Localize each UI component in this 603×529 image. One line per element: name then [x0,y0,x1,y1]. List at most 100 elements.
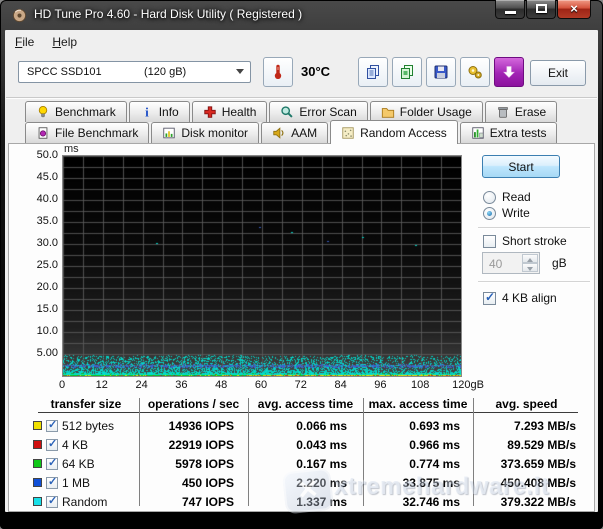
tab-label: Extra tests [490,126,547,140]
close-button[interactable]: × [557,0,591,19]
start-label: Start [508,160,533,174]
x-tick: 72 [295,379,307,391]
tab-random-access[interactable]: Random Access [330,120,458,144]
app-window: HD Tune Pro 4.60 - Hard Disk Utility ( R… [0,0,603,529]
tab-label: Error Scan [299,105,356,119]
operations-per-sec: 450 IOPS [139,476,248,490]
copy-pages-icon [365,64,381,80]
max-access-time: 0.774 ms [363,457,473,471]
minimize-button[interactable] [495,0,525,19]
series-checkbox[interactable] [46,420,58,432]
exit-button[interactable]: Exit [530,60,586,86]
y-tick: 35.0 [24,215,58,227]
x-tick: 60 [255,379,267,391]
tab-label: Health [222,105,257,119]
app-icon [12,8,27,23]
series-color-swatch [33,440,42,449]
transfer-size-label: 4 KB [62,438,88,452]
options-gears-button[interactable] [460,57,490,87]
drive-capacity: (120 gB) [144,66,186,78]
y-tick: 5.00 [24,347,58,359]
series-color-swatch [33,421,42,430]
4kb-align-label: 4 KB align [502,291,557,305]
tab-aam[interactable]: AAM [261,122,328,143]
y-tick: 40.0 [24,193,58,205]
access-time-plot [62,155,462,377]
y-tick: 30.0 [24,237,58,249]
y-tick: 50.0 [24,149,58,161]
aam-icon [272,126,286,140]
tab-label: Benchmark [55,105,116,119]
transfer-size-label: 1 MB [62,476,90,490]
max-access-time: 32.746 ms [363,495,473,509]
tab-benchmark[interactable]: Benchmark [25,101,127,122]
svg-text:i: i [145,105,149,119]
start-button[interactable]: Start [482,155,560,178]
stroke-size-spinner[interactable]: 40 [482,252,540,274]
tab-label: Disk monitor [181,126,248,140]
series-checkbox[interactable] [46,458,58,470]
avg-access-time: 0.043 ms [248,438,363,452]
tab-extra-tests[interactable]: Extra tests [460,122,558,143]
copy-image-button[interactable] [392,57,422,87]
tab-error-scan[interactable]: Error Scan [269,101,367,122]
4kb-align-checkbox[interactable] [483,292,496,305]
maximize-button[interactable] [526,0,556,19]
transfer-size-label: Random [62,495,107,509]
spinner-up-button[interactable] [522,254,538,263]
avg-access-time: 2.220 ms [248,476,363,490]
series-color-swatch [33,497,42,506]
series-checkbox[interactable] [46,477,58,489]
avg-speed: 7.293 MB/s [473,419,580,433]
stroke-unit-label: gB [552,256,567,270]
write-label: Write [502,206,530,220]
read-radio[interactable] [483,191,496,204]
column-header: operations / sec [139,397,248,411]
menu-item-help[interactable]: Help [43,32,86,52]
tab-folder-usage[interactable]: Folder Usage [370,101,483,122]
x-tick: 96 [374,379,386,391]
drive-select-value: SPCC SSD101 [27,66,102,78]
save-screenshot-icon [433,64,449,80]
table-header: transfer sizeoperations / secavg. access… [33,397,580,411]
tab-file-benchmark[interactable]: File Benchmark [25,122,149,143]
download-arrow-button[interactable] [494,57,524,87]
tab-disk-monitor[interactable]: Disk monitor [151,122,259,143]
column-header: avg. access time [248,397,363,411]
write-radio[interactable] [483,207,496,220]
tab-erase[interactable]: Erase [485,101,557,122]
save-screenshot-button[interactable] [426,57,456,87]
x-tick: 36 [175,379,187,391]
info-icon: i [140,105,154,119]
spinner-down-button[interactable] [522,263,538,272]
short-stroke-checkbox[interactable] [483,235,496,248]
short-stroke-label: Short stroke [502,234,567,248]
series-checkbox[interactable] [46,439,58,451]
menu-item-file[interactable]: File [6,32,43,52]
read-label: Read [502,190,531,204]
avg-speed: 379.322 MB/s [473,495,580,509]
drive-select[interactable]: SPCC SSD101 (120 gB) [18,61,251,83]
title-bar[interactable]: HD Tune Pro 4.60 - Hard Disk Utility ( R… [0,0,603,30]
copy-pages-button[interactable] [358,57,388,87]
x-tick: 24 [135,379,147,391]
download-arrow-icon [501,64,517,80]
copy-image-icon [399,64,415,80]
transfer-size-label: 512 bytes [62,419,114,433]
x-tick: 48 [215,379,227,391]
tab-label: Random Access [360,126,447,140]
x-tick: 0 [59,379,65,391]
close-icon: × [558,1,590,17]
series-color-swatch [33,478,42,487]
y-tick: 20.0 [24,281,58,293]
temperature-button[interactable] [263,57,293,87]
menu-bar: FileHelp [6,32,597,54]
erase-icon [496,105,510,119]
table-row: 512 bytes14936 IOPS0.066 ms0.693 ms7.293… [33,416,580,435]
tab-health[interactable]: Health [192,101,268,122]
tab-info[interactable]: iInfo [129,101,190,122]
temperature-value: 30°C [301,64,330,79]
arrow-down-icon [527,267,533,271]
series-checkbox[interactable] [46,496,58,508]
avg-access-time: 1.337 ms [248,495,363,509]
